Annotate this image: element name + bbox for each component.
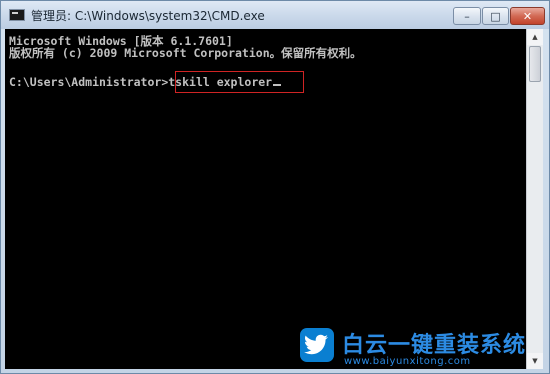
scroll-up-arrow-icon[interactable]: ▲ [527,29,543,45]
bird-icon [300,328,334,362]
close-icon: ✕ [522,9,533,23]
window-title: 管理员: C:\Windows\system32\CMD.exe [31,9,265,23]
console-copyright-line: 版权所有 (c) 2009 Microsoft Corporation。保留所有… [9,46,362,60]
watermark-logo: 白云一键重装系统 www.baiyunxitong.com [300,326,540,370]
cmd-window: 管理员: C:\Windows\system32\CMD.exe – □ ✕ M… [0,0,550,374]
command-highlight-box [175,71,304,93]
watermark-brand: 白云一键重装系统 [342,333,527,358]
console-prompt: C:\Users\Administrator> [9,75,169,89]
title-bar[interactable]: 管理员: C:\Windows\system32\CMD.exe – □ ✕ [1,1,549,29]
maximize-icon: □ [490,9,501,23]
scrollbar-thumb[interactable] [529,46,541,82]
console-output[interactable]: Microsoft Windows [版本 6.1.7601] 版权所有 (c)… [5,29,526,369]
minimize-icon: – [464,9,470,23]
cmd-icon[interactable] [9,9,25,21]
maximize-button[interactable]: □ [482,7,509,25]
vertical-scrollbar[interactable]: ▲ ▼ [526,29,543,369]
minimize-button[interactable]: – [453,7,481,25]
watermark-url: www.baiyunxitong.com [344,356,471,367]
close-button[interactable]: ✕ [510,7,545,25]
